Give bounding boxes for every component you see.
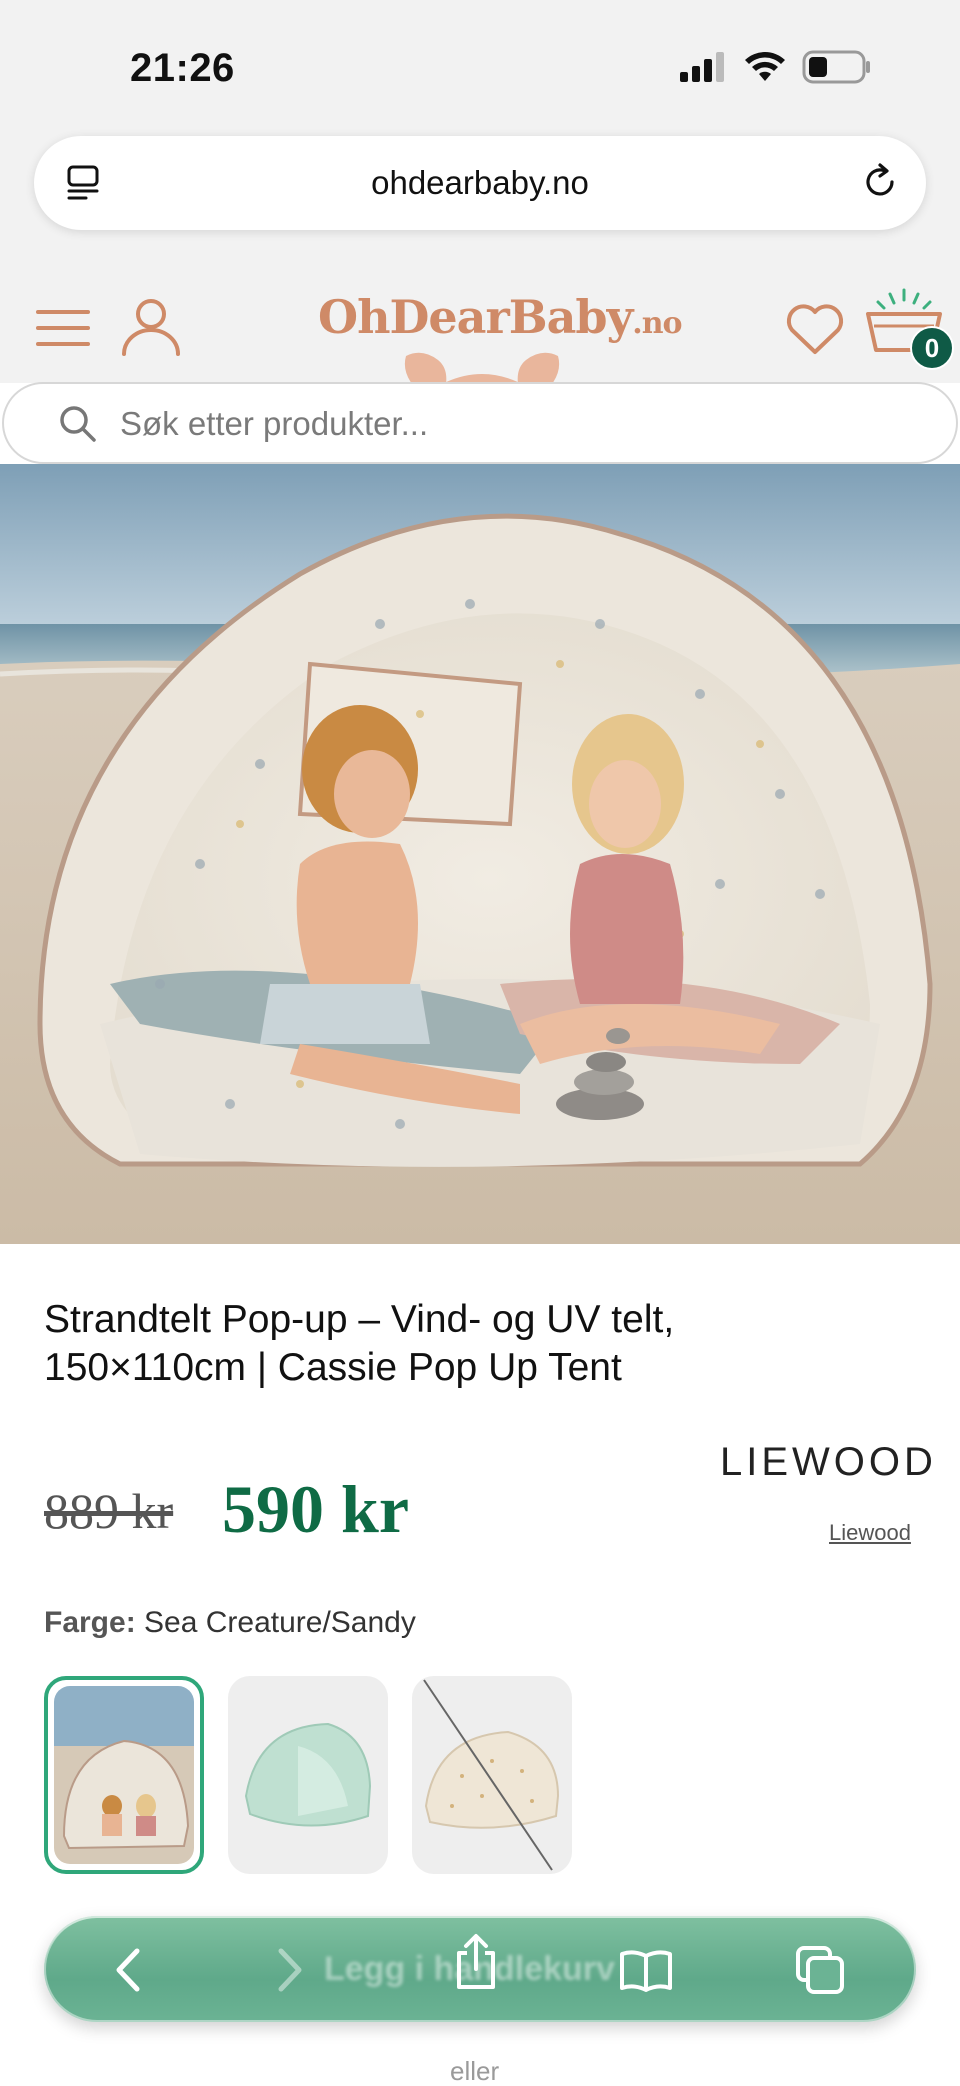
color-label-key: Farge: — [44, 1606, 136, 1639]
swatch-sandy-sold-out[interactable] — [412, 1676, 572, 1874]
swatch-mint[interactable] — [228, 1676, 388, 1874]
tabs-icon[interactable] — [790, 1942, 850, 1998]
color-swatches — [44, 1676, 572, 1874]
below-toolbar-text: eller — [450, 2056, 500, 2086]
share-icon[interactable] — [446, 1934, 506, 1990]
brand-logo[interactable]: LIEWOOD — [720, 1440, 937, 1485]
status-bar: 21:26 — [0, 0, 960, 130]
search-icon — [58, 404, 98, 449]
logo-tld-text: .no — [632, 306, 682, 341]
beach-tent-photo — [0, 464, 960, 1244]
account-icon[interactable] — [120, 296, 182, 363]
swatch-sea-creature-sandy[interactable] — [44, 1676, 204, 1874]
heart-icon[interactable] — [784, 300, 846, 361]
site-header: OhDearBaby.no 0 — [0, 248, 960, 384]
sale-price: 590 kr — [222, 1471, 409, 1547]
search-input[interactable] — [120, 398, 920, 450]
page-settings-icon[interactable] — [66, 164, 102, 207]
browser-toolbar: Legg i handlekurv — [44, 1916, 916, 2022]
status-time: 21:26 — [130, 46, 235, 90]
cart-count-badge: 0 — [910, 326, 954, 370]
swatch-tent-beach-thumbnail — [54, 1686, 194, 1864]
swatch-tent-mint-thumbnail — [244, 1722, 372, 1827]
product-main-image[interactable] — [0, 464, 960, 1244]
site-logo[interactable]: OhDearBaby.no — [318, 290, 683, 344]
url-text: ohdearbaby.no — [371, 164, 589, 201]
browser-address-area: ohdearbaby.no — [0, 130, 960, 248]
signal-icon — [680, 52, 724, 82]
logo-main-text: OhDearBaby — [318, 290, 633, 344]
back-icon[interactable] — [98, 1942, 158, 1998]
brand-link[interactable]: Liewood — [829, 1520, 911, 1546]
color-value: Sea Creature/Sandy — [144, 1606, 416, 1639]
wifi-icon — [745, 52, 785, 81]
original-price: 889 kr — [44, 1483, 174, 1539]
search-box — [2, 382, 958, 464]
battery-icon — [802, 50, 870, 84]
forward-icon[interactable] — [260, 1942, 320, 1998]
bookmarks-icon[interactable] — [616, 1942, 676, 1998]
status-icons — [680, 50, 872, 84]
hamburger-menu-icon[interactable] — [36, 308, 92, 353]
product-title: Strandtelt Pop-up – Vind- og UV telt, 15… — [44, 1298, 675, 1389]
color-label: Farge: Sea Creature/Sandy — [44, 1606, 416, 1640]
swatch-tent-sandy-thumbnail — [423, 1679, 560, 1871]
reload-icon[interactable] — [860, 162, 900, 207]
address-bar[interactable]: ohdearbaby.no — [34, 136, 926, 230]
